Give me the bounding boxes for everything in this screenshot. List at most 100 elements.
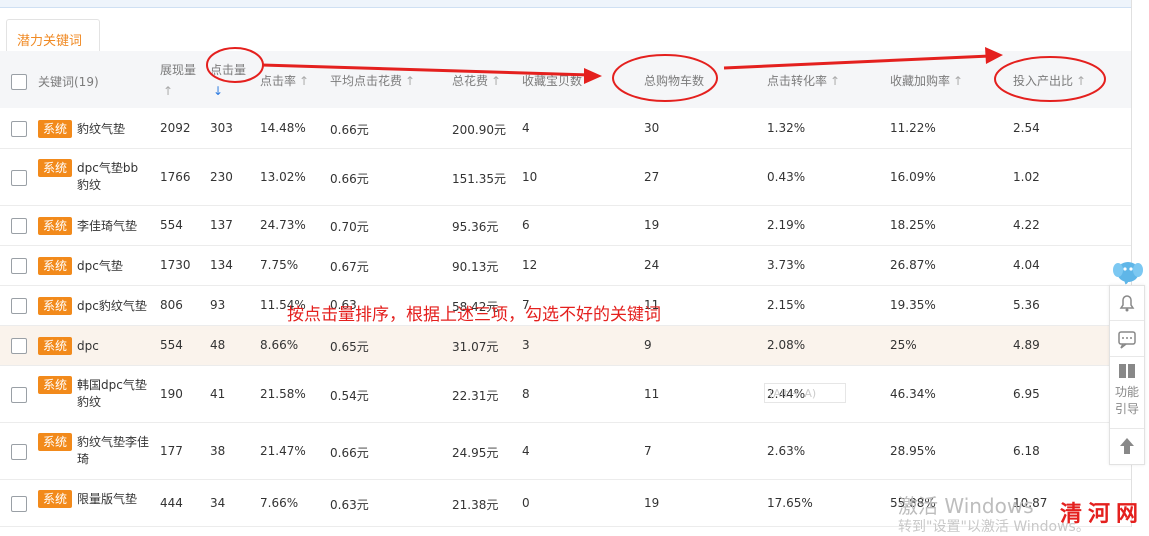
header-cart[interactable]: 总购物车数 [644,72,704,89]
sort-conv-rate-icon[interactable]: ↑ [830,74,840,88]
book-icon [1119,364,1135,378]
cell-ctr: 14.48% [260,121,306,135]
row-checkbox[interactable] [11,387,27,403]
row-checkbox[interactable] [11,298,27,314]
cell-clicks: 230 [210,170,233,184]
row-checkbox[interactable] [11,444,27,460]
cell-roi: 6.18 [1013,444,1040,458]
table-row[interactable]: 系统 李佳琦气垫 554 137 24.73% 0.70元 95.36元 6 19 2.19% 18… [0,206,1131,246]
table-row[interactable]: 系统 dpc气垫 1730 134 7.75% 0.67元 90.13元 12 24 3.73% 2… [0,246,1131,286]
row-checkbox[interactable] [11,258,27,274]
table-row[interactable]: 系统 韩国dpc气垫豹纹 190 41 21.58% 0.54元 22.31元 8 11 2.44… [0,366,1131,423]
sort-avg-cpc-icon[interactable]: ↑ [405,74,415,88]
cell-total-cost: 24.95元 [452,446,499,460]
system-badge: 系统 [38,490,72,508]
header-keyword: 关键词(19) [38,75,99,89]
cell-ctr: 21.47% [260,444,306,458]
sort-fav-cart-rate-icon[interactable]: ↑ [953,74,963,88]
cell-favorites: 4 [522,444,530,458]
system-badge: 系统 [38,297,72,315]
cell-favorites: 3 [522,338,530,352]
cell-impressions: 444 [160,496,183,510]
cell-total-cost: 151.35元 [452,172,506,186]
cell-clicks: 137 [210,218,233,232]
system-badge: 系统 [38,159,72,177]
cell-roi: 6.95 [1013,387,1040,401]
message-button[interactable] [1110,322,1144,357]
cell-avg-cpc: 0.54元 [330,389,369,403]
cell-conv-rate: 2.08% [767,338,806,352]
cell-favorites: 0 [522,496,530,510]
cell-fav-cart-rate: 18.25% [890,218,936,232]
chat-icon [1118,331,1136,349]
cell-ctr: 8.66% [260,338,299,352]
row-checkbox[interactable] [11,170,27,186]
notification-button[interactable] [1110,286,1144,321]
cell-total-cost: 21.38元 [452,498,499,512]
feature-guide-button[interactable]: 功能 引导 [1110,358,1144,429]
table-row[interactable]: 系统 dpc 554 48 8.66% 0.65元 31.07元 3 9 2.08% 25% 4.89 [0,326,1131,366]
sort-ctr-icon[interactable]: ↑ [299,74,309,88]
back-to-top-button[interactable] [1110,429,1144,463]
row-checkbox[interactable] [11,218,27,234]
tab-label: 潜力关键词 [17,34,83,49]
header-favorites[interactable]: 收藏宝贝数 [522,72,602,89]
header-fav-cart-rate[interactable]: 收藏加购率 ↑ [890,72,963,89]
cell-clicks: 48 [210,338,226,352]
cell-avg-cpc: 0.65元 [330,340,369,354]
cell-roi: 5.36 [1013,298,1040,312]
cell-impressions: 806 [160,298,183,312]
cell-roi: 1.02 [1013,170,1040,184]
row-checkbox[interactable] [11,121,27,137]
cell-favorites: 6 [522,218,530,232]
header-conv-rate[interactable]: 点击转化率 ↑ [767,72,840,89]
cell-roi: 4.04 [1013,258,1040,272]
row-checkbox[interactable] [11,338,27,354]
system-badge: 系统 [38,217,72,235]
cell-conv-rate: 0.43% [767,170,806,184]
header-roi[interactable]: 投入产出比 ↑ [1013,72,1086,89]
table-row[interactable]: 系统 豹纹气垫 2092 303 14.48% 0.66元 200.90元 4 30 1.32% 1… [0,108,1131,149]
cell-cart: 11 [644,387,660,401]
table-row[interactable]: 系统 豹纹气垫李佳琦 177 38 21.47% 0.66元 24.95元 4 7 2.63% 28… [0,423,1131,480]
elephant-mascot-icon[interactable] [1113,258,1143,286]
sort-clicks-active-icon[interactable]: ↓ [213,84,223,98]
header-clicks[interactable]: 点击量 [210,61,246,78]
sort-total-cost-icon[interactable]: ↑ [491,74,501,88]
cell-cart: 30 [644,121,660,135]
header-ctr[interactable]: 点击率 ↑ [260,72,309,89]
system-badge: 系统 [38,120,72,138]
cell-fav-cart-rate: 11.22% [890,121,936,135]
cell-total-cost: 22.31元 [452,389,499,403]
cell-total-cost: 95.36元 [452,220,499,234]
keyword-text: dpc气垫bb豹纹 [77,161,139,192]
cell-avg-cpc: 0.66元 [330,123,369,137]
select-all-checkbox[interactable] [11,74,27,90]
cell-cart: 19 [644,496,660,510]
keyword-text: dpc气垫 [77,259,123,273]
system-badge: 系统 [38,337,72,355]
cell-clicks: 303 [210,121,233,135]
cell-conv-rate: 1.32% [767,121,806,135]
cell-fav-cart-rate: 28.95% [890,444,936,458]
bell-icon [1119,295,1135,312]
table-row[interactable]: 系统 dpc气垫bb豹纹 1766 230 13.02% 0.66元 151.35元 10 27… [0,149,1131,206]
header-total-cost[interactable]: 总花费 ↑ [452,72,501,89]
feature-guide-label: 功能 引导 [1114,385,1139,416]
sort-roi-icon[interactable]: ↑ [1076,74,1086,88]
cell-impressions: 1730 [160,258,191,272]
cell-avg-cpc: 0.66元 [330,446,369,460]
tab-potential-keywords[interactable]: 潜力关键词 [6,19,100,53]
cell-favorites: 4 [522,121,530,135]
cell-clicks: 134 [210,258,233,272]
keyword-text: dpc [77,339,99,353]
cell-clicks: 38 [210,444,226,458]
header-impressions[interactable]: 展现量 [160,61,196,78]
annotation-instruction: 按点击量排序，根据上述三项，勾选不好的关键词 [287,305,661,325]
system-badge: 系统 [38,433,72,451]
side-toolbar: 功能 引导 [1109,285,1145,465]
header-avg-cpc[interactable]: 平均点击花费 ↑ [330,72,415,89]
row-checkbox[interactable] [11,496,27,512]
sort-impressions-icon[interactable]: ↑ [163,84,173,98]
cell-total-cost: 31.07元 [452,340,499,354]
